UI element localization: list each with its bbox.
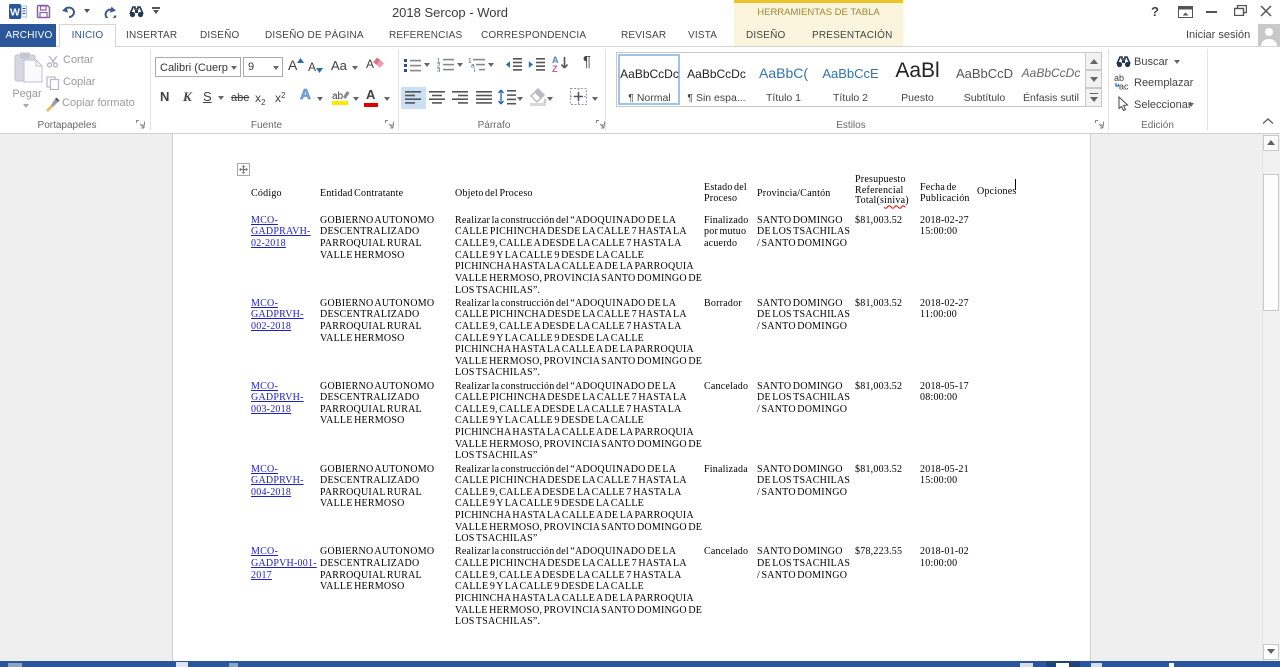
svg-text:3: 3: [437, 69, 441, 73]
svg-text:ac: ac: [1119, 82, 1129, 91]
svg-text:A: A: [366, 57, 374, 71]
svg-text:i: i: [474, 68, 475, 73]
svg-text:Z: Z: [552, 64, 558, 73]
svg-text:W: W: [10, 7, 20, 19]
svg-text:ab: ab: [332, 91, 344, 102]
